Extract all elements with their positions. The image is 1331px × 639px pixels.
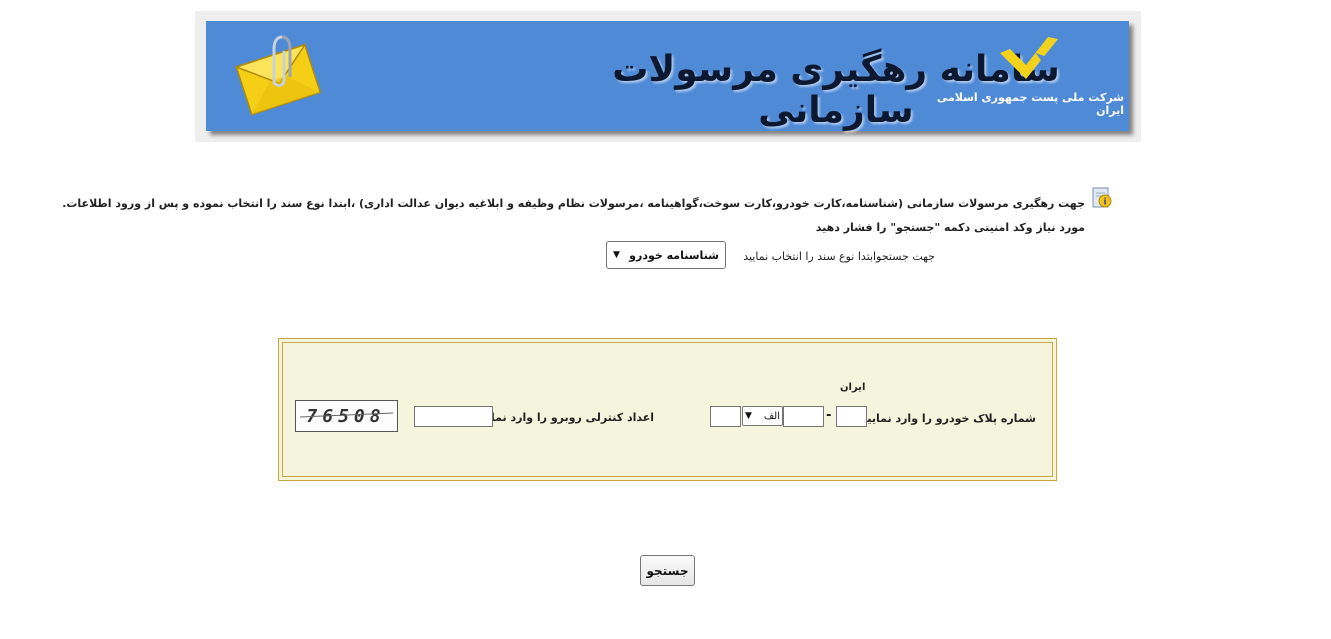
info-icon: i [1090, 186, 1114, 210]
header-banner: سامانه رهگیری مرسولات سازمانی شرکت ملی پ… [206, 21, 1129, 131]
document-type-label: جهت جستجوابتدا نوع سند را انتخاب نمایید [743, 250, 935, 263]
iran-label: ایران [840, 382, 866, 393]
company-name: شرکت ملی پست جمهوری اسلامی ایران [936, 91, 1124, 117]
chevron-down-icon: ▼ [745, 411, 752, 421]
search-button[interactable]: جستجو [640, 555, 695, 586]
chevron-down-icon: ▼ [613, 250, 620, 260]
captcha-label: اعداد کنترلی روبرو را وارد نمایید: [471, 411, 654, 424]
plate-letter-select[interactable]: الف ▼ [742, 406, 783, 426]
document-type-value: شناسنامه خودرو [629, 248, 719, 262]
instruction-line-1: جهت رهگیری مرسولات سازمانی (شناسنامه،کار… [62, 197, 1085, 210]
plate-iran-code-input[interactable] [836, 406, 867, 427]
svg-text:i: i [1103, 198, 1106, 208]
plate-three-digit-input[interactable] [783, 406, 824, 427]
document-type-select[interactable]: شناسنامه خودرو ▼ [606, 241, 726, 269]
page: سامانه رهگیری مرسولات سازمانی شرکت ملی پ… [0, 0, 1331, 639]
plate-dash: - [826, 408, 832, 423]
envelope-icon [230, 29, 325, 119]
plate-number-label: شماره پلاک خودرو را وارد نمایید: [856, 412, 1036, 425]
post-bird-logo [996, 35, 1066, 85]
plate-two-digit-input[interactable] [710, 406, 741, 427]
captcha-image: 76508 [295, 400, 398, 432]
plate-letter-value: الف [763, 410, 780, 422]
captcha-input[interactable] [414, 406, 493, 427]
instruction-line-2: مورد نیاز وکد امنیتی دکمه "جستجو" را فشا… [815, 221, 1085, 234]
